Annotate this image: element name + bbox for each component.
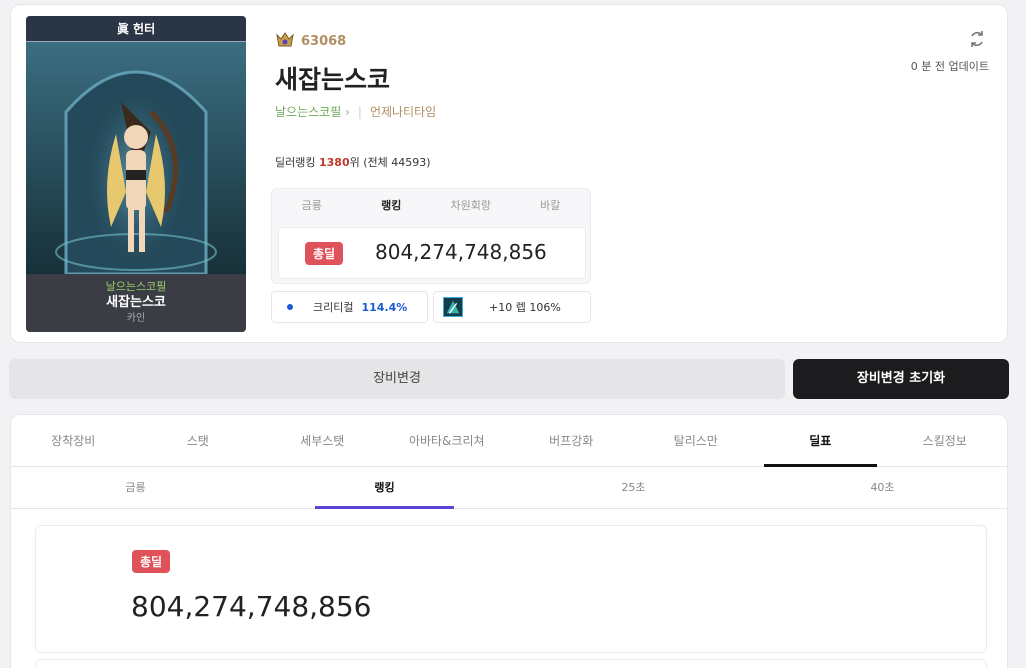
crit-label: 크리티컬 [313, 301, 354, 314]
adventure-link[interactable]: 날으는스코필 › [275, 103, 350, 120]
summary-tab[interactable]: 바칼 [511, 189, 591, 223]
chevron-right-icon: › [345, 105, 350, 119]
skill-stat-chip: +10 렙 106% [433, 291, 591, 323]
tab-avatar-creature[interactable]: 아바타&크리쳐 [385, 415, 510, 466]
tab-stats[interactable]: 스탯 [136, 415, 261, 466]
sub-tabs: 금룡 랭킹 25초 40초 [11, 467, 1007, 509]
dealer-ranking: 딜러랭킹 1380위 (전체 44593) [275, 154, 431, 170]
summary-tab[interactable]: 금룡 [272, 189, 352, 223]
crit-stat-chip: 크리티컬 114.4% [271, 291, 428, 323]
character-subinfo: 날으는스코필 › | 언제나티타임 [275, 103, 436, 120]
last-updated: 0 분 전 업데이트 [910, 60, 989, 73]
result-value: 804,274,748,856 [131, 590, 372, 623]
summary-tab-active[interactable]: 랭킹 [352, 189, 432, 223]
total-damage-badge: 총딜 [305, 242, 344, 265]
equip-reset-button[interactable]: 장비변경 초기화 [793, 359, 1009, 399]
class-title: 眞 헌터 [26, 16, 246, 42]
result-badge: 총딜 [132, 550, 171, 573]
divider: | [357, 104, 362, 119]
profile-card: 眞 헌터 날으는스코필 새잡는스코 카인 63068 새잡는스코 날으는스코필 … [10, 4, 1008, 343]
ranking-prefix: 딜러랭킹 [275, 156, 319, 169]
equip-change-button[interactable]: 장비변경 [9, 359, 785, 399]
refresh-icon[interactable] [967, 29, 987, 49]
summary-tab[interactable]: 차원회랑 [431, 189, 511, 223]
guild-name[interactable]: 언제나티타임 [370, 103, 436, 120]
detail-card: 장착장비 스탯 세부스탯 아바타&크리쳐 버프강화 탈리스만 딜표 스킬정보 금… [10, 414, 1008, 668]
subtab-ranking[interactable]: 랭킹 [260, 467, 509, 509]
total-damage-box: 총딜 804,274,748,856 [35, 525, 987, 653]
subtab-40s[interactable]: 40초 [758, 467, 1007, 508]
summary-value-box: 총딜 804,274,748,856 [278, 227, 586, 279]
server-name: 카인 [126, 313, 146, 324]
ranking-suffix: 위 (전체 44593) [349, 156, 431, 169]
adventure-link-label: 날으는스코필 [275, 105, 342, 119]
adventure-name: 날으는스코필 [105, 280, 167, 293]
fame-icon [276, 32, 294, 47]
subtab-gold-dragon[interactable]: 금룡 [11, 467, 260, 508]
summary-tabs: 금룡 랭킹 차원회랑 바칼 [272, 189, 590, 223]
crit-value: 114.4% [361, 300, 408, 314]
fame-value: 63068 [301, 33, 347, 49]
main-tabs: 장착장비 스탯 세부스탯 아바타&크리쳐 버프강화 탈리스만 딜표 스킬정보 [11, 415, 1007, 467]
fame-row: 63068 [275, 31, 346, 51]
subtab-25s[interactable]: 25초 [509, 467, 758, 508]
damage-summary-panel: 금룡 랭킹 차원회랑 바칼 총딜 804,274,748,856 [271, 188, 591, 284]
tab-equipment[interactable]: 장착장비 [11, 415, 136, 466]
skill-label: +10 렙 106% [489, 301, 561, 314]
tab-skill-info[interactable]: 스킬정보 [883, 415, 1008, 466]
character-portrait-frame: 眞 헌터 날으는스코필 새잡는스코 카인 [26, 16, 246, 332]
tab-buff[interactable]: 버프강화 [509, 415, 634, 466]
character-name: 새잡는스코 [275, 65, 391, 94]
next-section-box [35, 659, 987, 668]
character-name-small: 새잡는스코 [106, 295, 166, 310]
skill-icon [443, 297, 463, 317]
character-footer: 날으는스코필 새잡는스코 카인 [26, 274, 246, 332]
total-damage-value: 804,274,748,856 [375, 240, 547, 264]
tab-talisman[interactable]: 탈리스만 [634, 415, 759, 466]
ranking-number: 1380 [318, 156, 350, 169]
tab-damage-table[interactable]: 딜표 [758, 415, 883, 467]
character-illustration [26, 42, 246, 274]
crit-dot-icon [287, 304, 293, 310]
tab-detail-stats[interactable]: 세부스탯 [260, 415, 385, 466]
